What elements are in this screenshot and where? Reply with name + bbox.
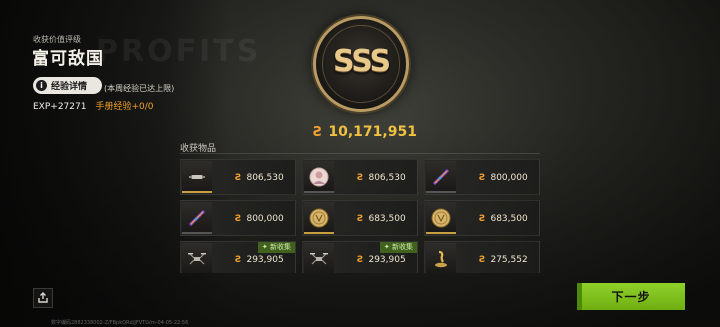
rifle-icon — [187, 208, 207, 228]
loot-item-thumbnail — [304, 243, 334, 273]
loot-item-price: Ƨ 293,905 — [235, 255, 284, 265]
rank-grade: SSS — [332, 44, 391, 79]
footer-code: 数字编码2882338002-Z/FBpkQRd/JFVTLVm-04-05-2… — [51, 320, 189, 326]
loot-item-price: Ƨ 800,000 — [235, 214, 284, 224]
loot-item-thumbnail — [182, 161, 212, 193]
loot-item-price-value: 293,905 — [368, 255, 406, 265]
gold-coin-icon — [431, 208, 451, 228]
coin-icon: Ƨ — [479, 173, 486, 183]
exp-detail-button[interactable]: i 经验详情 — [33, 77, 102, 94]
next-step-button[interactable]: 下一步 — [577, 283, 685, 310]
loot-item[interactable]: Ƨ 293,905 ✦ 新收集 — [302, 241, 418, 273]
loot-item-price-value: 800,000 — [246, 214, 284, 224]
sparkle-icon: ✦ — [261, 243, 270, 251]
rifle-icon — [431, 167, 451, 187]
next-step-label: 下一步 — [611, 290, 651, 304]
evaluation-title: 富可敌国 — [32, 49, 104, 69]
loot-item-price: Ƨ 275,552 — [479, 255, 528, 265]
quad-drone-icon — [187, 249, 207, 269]
share-icon — [38, 292, 48, 303]
portrait-icon — [309, 167, 329, 187]
loot-item[interactable]: Ƨ 800,000 — [424, 159, 540, 195]
weekly-cap-note: (本周经验已达上限) — [104, 84, 175, 93]
sparkle-icon: ✦ — [383, 243, 392, 251]
total-value: Ƨ 10,171,951 — [313, 124, 417, 140]
loot-item[interactable]: Ƨ 293,905 ✦ 新收集 — [180, 241, 296, 273]
loot-item[interactable]: Ƨ 275,552 — [424, 241, 540, 273]
loot-item-thumbnail — [182, 243, 212, 273]
loot-item-price-value: 800,000 — [490, 173, 528, 183]
coin-icon: Ƨ — [235, 255, 242, 265]
loot-item-price-value: 683,500 — [490, 214, 528, 224]
loot-item-thumbnail — [182, 202, 212, 234]
new-collection-badge: ✦ 新收集 — [379, 242, 417, 253]
loot-item-price: Ƨ 806,530 — [357, 173, 406, 183]
coin-icon: Ƨ — [357, 173, 364, 183]
loot-grid: Ƨ 806,530 Ƨ 806,530 Ƨ 800,000 Ƨ 800,000 Ƨ 683,500… — [180, 159, 542, 273]
loot-item[interactable]: Ƨ 683,500 — [302, 200, 418, 236]
loot-divider — [180, 153, 540, 154]
gold-coin-icon — [309, 208, 329, 228]
loot-item-price: Ƨ 293,905 — [357, 255, 406, 265]
coin-icon: Ƨ — [235, 173, 242, 183]
new-collection-label: 新收集 — [392, 243, 413, 251]
drone-icon — [187, 167, 207, 187]
total-value-amount: 10,171,951 — [328, 124, 417, 140]
share-button[interactable] — [33, 288, 53, 308]
coin-icon: Ƨ — [479, 214, 486, 224]
loot-item[interactable]: Ƨ 806,530 — [302, 159, 418, 195]
loot-item-thumbnail — [304, 202, 334, 234]
next-step-button-edge — [577, 283, 582, 310]
loot-item-thumbnail — [304, 161, 334, 193]
coin-icon: Ƨ — [313, 124, 323, 140]
new-collection-label: 新收集 — [270, 243, 291, 251]
coin-icon: Ƨ — [357, 255, 364, 265]
loot-item-price-value: 806,530 — [246, 173, 284, 183]
loot-item-price-value: 806,530 — [368, 173, 406, 183]
loot-item[interactable]: Ƨ 806,530 — [180, 159, 296, 195]
info-icon: i — [36, 80, 47, 91]
exp-value: EXP+27271 — [33, 102, 87, 112]
new-collection-badge: ✦ 新收集 — [257, 242, 295, 253]
rank-badge: SSS — [313, 16, 409, 112]
loot-item-thumbnail — [426, 161, 456, 193]
loot-item[interactable]: Ƨ 683,500 — [424, 200, 540, 236]
cobra-icon — [431, 249, 451, 269]
loot-item-price: Ƨ 800,000 — [479, 173, 528, 183]
loot-item-price: Ƨ 683,500 — [479, 214, 528, 224]
loot-item[interactable]: Ƨ 800,000 — [180, 200, 296, 236]
exp-summary: EXP+27271 手册经验+0/0 — [33, 99, 153, 112]
loot-item-price-value: 275,552 — [490, 255, 528, 265]
loot-item-price: Ƨ 683,500 — [357, 214, 406, 224]
loot-item-price: Ƨ 806,530 — [235, 173, 284, 183]
loot-item-price-value: 293,905 — [246, 255, 284, 265]
loot-item-thumbnail — [426, 202, 456, 234]
book-exp-value: 手册经验+0/0 — [95, 102, 154, 112]
loot-item-thumbnail — [426, 243, 456, 273]
loot-item-price-value: 683,500 — [368, 214, 406, 224]
coin-icon: Ƨ — [479, 255, 486, 265]
exp-detail-label: 经验详情 — [51, 82, 88, 92]
coin-icon: Ƨ — [235, 214, 242, 224]
coin-icon: Ƨ — [357, 214, 364, 224]
quad-drone-icon — [309, 249, 329, 269]
watermark-text: PROFITS — [96, 34, 262, 69]
